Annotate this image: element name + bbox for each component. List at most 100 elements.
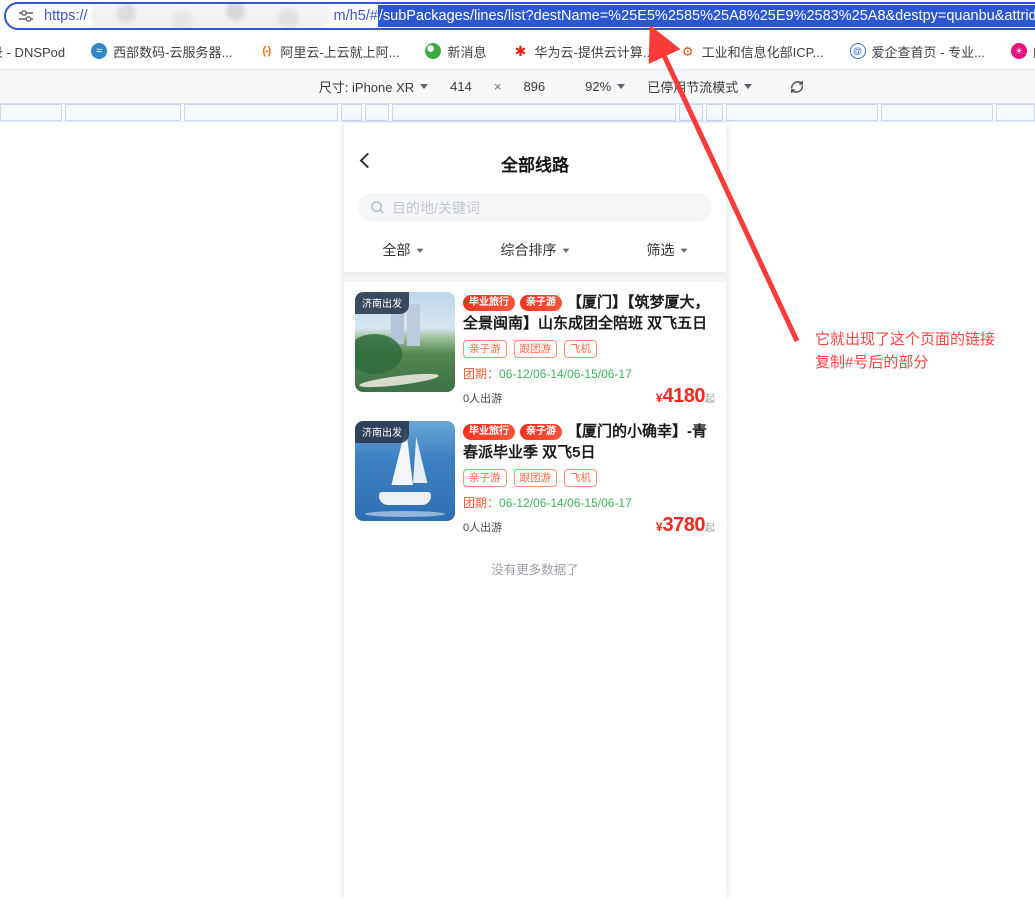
chevron-down-icon <box>562 248 569 256</box>
emulated-viewport: 全部线路 目的地/关键词 全部 综合排序 筛选 <box>344 123 726 899</box>
throttling-select[interactable]: 已停用节流模式 <box>647 77 752 96</box>
chevron-down-icon <box>416 248 423 256</box>
bookmark-label: 录 - DNSPod <box>0 42 65 61</box>
thumbnail-art <box>355 334 402 374</box>
bookmark-huaweicloud[interactable]: 华为云-提供云计算... <box>513 42 654 61</box>
date-label: 团期： <box>463 496 499 510</box>
bookmarks-bar: 录 - DNSPod 西部数码-云服务器... 阿里云-上云就上阿... 新消息… <box>0 33 1035 69</box>
zoom-select[interactable]: 92% <box>585 79 625 94</box>
bookmark-aiqicha[interactable]: 爱企查首页 - 专业... <box>850 42 985 61</box>
rotate-device-icon[interactable] <box>788 78 806 96</box>
filter-filter[interactable]: 筛选 <box>647 240 688 260</box>
throttling-label: 已停用节流模式 <box>647 77 738 96</box>
page-top-section: 全部线路 目的地/关键词 全部 综合排序 筛选 <box>344 123 726 272</box>
viewport-width-field[interactable]: 414 <box>450 79 472 94</box>
annotation-line1: 它就出现了这个页面的链接 <box>815 328 995 351</box>
departure-dates: 团期：06-12/06-14/06-15/06-17 <box>463 365 715 382</box>
thumbnail-art <box>365 511 445 517</box>
media-query-segment[interactable] <box>996 104 1035 121</box>
tour-title: 毕业旅行亲子游【厦门】【筑梦厦大，全景闽南】山东成团全陪班 双飞五日 <box>463 292 715 334</box>
filter-label: 综合排序 <box>501 240 557 260</box>
media-query-segment[interactable] <box>679 104 703 121</box>
price-value: 3780 <box>663 514 706 536</box>
bookmark-west-digital[interactable]: 西部数码-云服务器... <box>91 42 232 61</box>
feature-tag: 飞机 <box>564 469 597 487</box>
aiqicha-icon <box>850 43 866 59</box>
filter-label: 筛选 <box>647 240 675 260</box>
site-settings-icon[interactable] <box>18 8 34 24</box>
media-query-segment[interactable] <box>726 104 878 121</box>
search-input[interactable]: 目的地/关键词 <box>358 193 712 222</box>
tour-card-body: 毕业旅行亲子游【厦门】【筑梦厦大，全景闽南】山东成团全陪班 双飞五日 亲子游 跟… <box>463 292 715 408</box>
feature-tags: 亲子游 跟团游 飞机 <box>463 340 715 358</box>
promo-tag: 毕业旅行 <box>463 295 515 311</box>
date-values: 06-12/06-14/06-15/06-17 <box>499 496 632 510</box>
promo-tag: 亲子游 <box>520 424 562 440</box>
bookmark-label: 西部数码-云服务器... <box>113 42 232 61</box>
url-selected-text[interactable]: /subPackages/lines/list?destName=%25E5%2… <box>378 5 1035 27</box>
bookmark-news[interactable]: 新消息 <box>425 42 486 61</box>
zoom-level: 92% <box>585 79 611 94</box>
device-mode-canvas: 全部线路 目的地/关键词 全部 综合排序 筛选 <box>0 123 1035 899</box>
media-query-segment[interactable] <box>392 104 676 121</box>
media-query-bar <box>0 104 1035 122</box>
feature-tag: 跟团游 <box>514 340 558 358</box>
media-query-segment[interactable] <box>881 104 993 121</box>
chevron-down-icon <box>744 84 752 93</box>
bookmark-dnspod[interactable]: 录 - DNSPod <box>0 42 65 61</box>
huawei-icon <box>513 43 529 59</box>
promo-tag: 毕业旅行 <box>463 424 515 440</box>
price-suffix: 起 <box>705 523 715 534</box>
card-footer: 0人出游 ¥3780起 <box>463 514 715 537</box>
feature-tags: 亲子游 跟团游 飞机 <box>463 469 715 487</box>
filter-all[interactable]: 全部 <box>383 240 424 260</box>
bookmark-miit-icp[interactable]: 工业和信息化部ICP... <box>680 42 824 61</box>
chevron-down-icon <box>680 248 687 256</box>
filter-sort[interactable]: 综合排序 <box>501 240 570 260</box>
bookmark-label: 爱企查首页 - 专业... <box>872 42 985 61</box>
price: ¥3780起 <box>656 514 715 537</box>
chevron-down-icon <box>420 84 428 93</box>
back-icon[interactable] <box>360 153 376 169</box>
redacted-domain <box>90 3 332 29</box>
url-bar[interactable]: https:// m/h5/# /subPackages/lines/list?… <box>4 2 1035 30</box>
media-query-segment[interactable] <box>365 104 389 121</box>
bookmark-sunlogin[interactable]: 向日葵远程控制... <box>1011 42 1035 61</box>
url-text[interactable]: https:// m/h5/# /subPackages/lines/list?… <box>44 3 1035 29</box>
viewport-height-field[interactable]: 896 <box>523 79 545 94</box>
gear-emblem-icon <box>680 43 696 59</box>
tour-card[interactable]: 济南出发 毕业旅行亲子游【厦门的小确幸】-青春派毕业季 双飞5日 亲子游 跟团游… <box>344 421 726 537</box>
search-icon <box>370 200 385 215</box>
media-query-segment[interactable] <box>341 104 362 121</box>
new-message-icon <box>425 43 441 59</box>
date-label: 团期： <box>463 367 499 381</box>
bookmark-label: 工业和信息化部ICP... <box>702 42 824 61</box>
promo-tag: 亲子游 <box>520 295 562 311</box>
search-placeholder: 目的地/关键词 <box>392 198 480 218</box>
bookmark-label: 阿里云-上云就上阿... <box>280 42 399 61</box>
dimension-separator: × <box>494 79 502 94</box>
feature-tag: 亲子游 <box>463 469 507 487</box>
travelers-count: 0人出游 <box>463 519 502 537</box>
url-scheme: https:// <box>44 8 88 24</box>
media-query-segment[interactable] <box>65 104 181 121</box>
tour-card[interactable]: 济南出发 毕业旅行亲子游【厦门】【筑梦厦大，全景闽南】山东成团全陪班 双飞五日 … <box>344 292 726 408</box>
page-title: 全部线路 <box>501 151 569 176</box>
tour-thumbnail: 济南出发 <box>355 421 455 521</box>
price: ¥4180起 <box>656 385 715 408</box>
media-query-segment[interactable] <box>0 104 62 121</box>
device-select[interactable]: 尺寸: iPhone XR <box>319 77 428 96</box>
media-query-segment[interactable] <box>706 104 723 121</box>
browser-url-row: https:// m/h5/# /subPackages/lines/list?… <box>0 0 1035 33</box>
price-suffix: 起 <box>705 394 715 405</box>
price-value: 4180 <box>663 385 706 407</box>
url-path: m/h5/# <box>334 8 378 24</box>
west-digital-icon <box>91 43 107 59</box>
tour-title: 毕业旅行亲子游【厦门的小确幸】-青春派毕业季 双飞5日 <box>463 421 715 463</box>
bookmark-aliyun[interactable]: 阿里云-上云就上阿... <box>258 42 399 61</box>
page-header: 全部线路 <box>344 123 726 193</box>
annotation-line2: 复制#号后的部分 <box>815 351 995 374</box>
tour-card-body: 毕业旅行亲子游【厦门的小确幸】-青春派毕业季 双飞5日 亲子游 跟团游 飞机 团… <box>463 421 715 537</box>
filter-bar: 全部 综合排序 筛选 <box>344 230 726 272</box>
media-query-segment[interactable] <box>184 104 338 121</box>
